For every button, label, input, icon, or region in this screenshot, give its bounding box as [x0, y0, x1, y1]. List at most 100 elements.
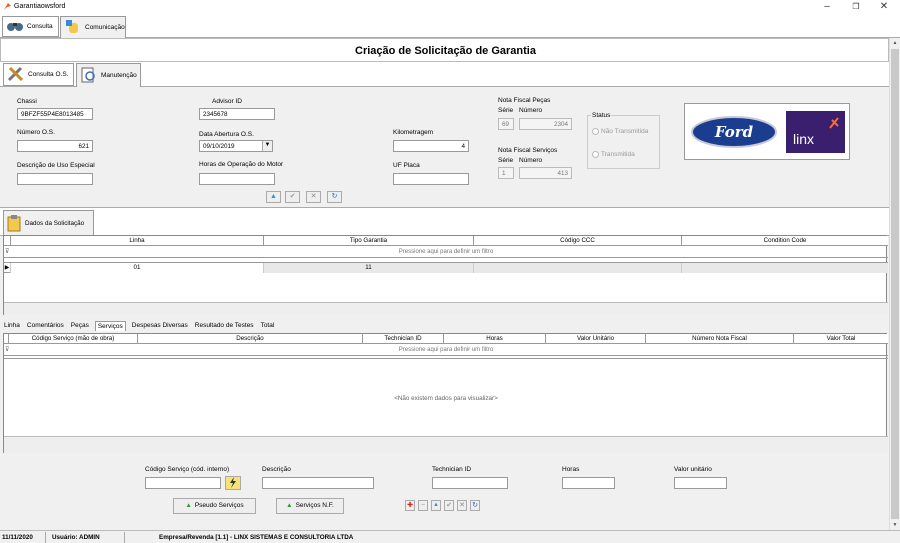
descricao-label: Descrição — [262, 466, 291, 473]
subtab-linha[interactable]: Linha — [3, 321, 21, 330]
nf-servicos-serie-field[interactable]: 1 — [498, 167, 514, 179]
data-abertura-field[interactable]: 09/10/2019 ▼ — [199, 140, 273, 152]
col-header-descricao[interactable]: Descrição — [138, 334, 363, 344]
nf-servicos-label: Nota Fiscal Serviços — [498, 147, 558, 154]
codigo-servico-label: Código Serviço (cód. interno) — [145, 466, 230, 473]
chassi-label: Chassi — [17, 98, 37, 105]
col-header-linha[interactable]: Linha — [11, 236, 264, 246]
pseudo-servicos-button[interactable]: ▲ Pseudo Serviços — [173, 498, 256, 514]
subtab-servicos[interactable]: Serviços — [94, 320, 126, 331]
cancel-button[interactable]: ✕ — [457, 500, 467, 511]
empty-message: <Não existem dados para visualizar> — [394, 395, 498, 402]
status-bar: 11/11/2020 Usuário: ADMIN Empresa/Revend… — [0, 530, 900, 543]
data-abertura-label: Data Abertura O.S. — [199, 131, 254, 138]
col-header-valor-unitario[interactable]: Valor Unitário — [546, 334, 646, 344]
subtab-pecas[interactable]: Peças — [70, 321, 90, 330]
add-button[interactable]: ✚ — [405, 500, 415, 511]
tab-dados-solicitacao[interactable]: Dados da Solicitação — [3, 210, 94, 236]
kilometragem-label: Kilometragem — [393, 129, 434, 136]
status-radio-nao-transmitida[interactable]: Não Transmitida — [592, 128, 648, 135]
tab-manutencao[interactable]: Manutenção — [76, 63, 141, 87]
filter-row[interactable]: ⊽ Pressione aqui para definir um filtro — [4, 345, 888, 356]
col-header-codigo-servico[interactable]: Código Serviço (mão de obra) — [9, 334, 138, 344]
refresh-button[interactable]: ↻ — [327, 191, 342, 203]
confirm-button[interactable]: ✔ — [444, 500, 454, 511]
tools-icon — [7, 66, 25, 84]
nf-pecas-label: Nota Fiscal Peças — [498, 97, 551, 104]
solicitacao-tab-bar — [0, 207, 889, 236]
numero-os-field[interactable]: 621 — [17, 140, 93, 152]
kilometragem-field[interactable]: 4 — [393, 140, 469, 152]
col-header-horas[interactable]: Horas — [444, 334, 546, 344]
chevron-down-icon[interactable]: ▼ — [262, 141, 272, 151]
col-header-codigo-ccc[interactable]: Código CCC — [474, 236, 682, 246]
col-header-valor-total[interactable]: Valor Total — [794, 334, 888, 344]
confirm-button[interactable]: ✔ — [285, 191, 300, 203]
cancel-button[interactable]: ✕ — [306, 191, 321, 203]
horas-label: Horas — [562, 466, 580, 473]
table-row[interactable]: ▶ 01 11 — [4, 262, 888, 273]
linx-logo: linx — [786, 111, 845, 153]
scroll-down-icon[interactable]: ▼ — [890, 520, 900, 530]
subtab-resultado-testes[interactable]: Resultado de Testes — [194, 321, 255, 330]
app-icon — [3, 2, 12, 11]
nf-servicos-serie-label: Série — [498, 157, 514, 164]
status-date: 11/11/2020 — [2, 534, 33, 541]
nf-servicos-numero-field[interactable]: 413 — [519, 167, 572, 179]
filter-row[interactable]: ⊽ Pressione aqui para definir um filtro — [4, 247, 888, 258]
grid-footer — [4, 302, 888, 315]
tab-consulta-os[interactable]: Consulta O.S. — [3, 63, 74, 86]
advisor-label: Advisor ID — [212, 98, 242, 105]
subtab-total[interactable]: Total — [260, 321, 276, 330]
uf-placa-field[interactable] — [393, 173, 469, 185]
codigo-servico-field[interactable] — [145, 477, 221, 489]
servicos-grid: Código Serviço (mão de obra) Descrição T… — [3, 333, 888, 453]
nf-pecas-serie-label: Série — [498, 107, 514, 114]
nav-up-button[interactable]: ▲ — [431, 500, 441, 511]
status-user: Usuário: ADMIN — [52, 534, 100, 541]
vertical-scrollbar[interactable]: ▲ ▼ — [889, 38, 900, 530]
lightning-icon[interactable] — [225, 476, 241, 490]
status-radio-transmitida[interactable]: Transmitida — [592, 151, 635, 158]
binoculars-icon — [6, 20, 24, 34]
chassi-field[interactable]: 9BFZF55P4E8013485 — [17, 108, 93, 120]
minimize-button[interactable]: – — [816, 1, 838, 13]
radio-icon — [592, 151, 599, 158]
status-group — [587, 115, 660, 169]
col-header-numero-nf[interactable]: Número Nota Fiscal — [646, 334, 794, 344]
window-title: Garantiaowsford — [14, 3, 66, 10]
horas-motor-field[interactable] — [199, 173, 275, 185]
main-tab-bar — [0, 14, 900, 38]
remove-button[interactable]: − — [418, 500, 428, 511]
scroll-up-icon[interactable]: ▲ — [890, 38, 900, 48]
refresh-button[interactable]: ↻ — [470, 500, 480, 511]
scrollbar-thumb[interactable] — [891, 49, 899, 519]
technician-field[interactable] — [432, 477, 508, 489]
valor-unitario-field[interactable] — [674, 477, 727, 489]
hand-icon — [64, 19, 82, 37]
subtab-comentarios[interactable]: Comentários — [26, 321, 65, 330]
close-button[interactable]: ✕ — [873, 1, 895, 13]
descricao-field[interactable] — [262, 477, 374, 489]
page-header: Criação de Solicitação de Garantia — [0, 38, 889, 62]
descricao-uso-field[interactable] — [17, 173, 93, 185]
tab-consulta[interactable]: Consulta — [2, 16, 59, 37]
filter-icon: ⊽ — [5, 347, 10, 353]
horas-field[interactable] — [562, 477, 615, 489]
subtab-despesas[interactable]: Despesas Diversas — [131, 321, 189, 330]
clipboard-icon — [7, 214, 21, 234]
arrow-up-icon: ▲ — [185, 502, 192, 509]
maximize-button[interactable]: ❐ — [845, 1, 867, 13]
nav-up-button[interactable]: ▲ — [266, 191, 281, 203]
uf-placa-label: UF Placa — [393, 162, 420, 169]
col-header-tipo-garantia[interactable]: Tipo Garantia — [264, 236, 474, 246]
advisor-field[interactable]: 2345678 — [199, 108, 275, 120]
nf-pecas-serie-field[interactable]: 69 — [498, 118, 514, 130]
nf-pecas-numero-field[interactable]: 2304 — [519, 118, 572, 130]
servicos-nf-button[interactable]: ▲ Serviços N.F. — [276, 498, 344, 514]
tab-comunicacao[interactable]: Comunicação — [60, 16, 126, 38]
col-header-technician[interactable]: Technician ID — [363, 334, 444, 344]
col-header-condition-code[interactable]: Condition Code — [682, 236, 888, 246]
valor-unitario-label: Valor unitário — [674, 466, 712, 473]
page-title: Criação de Solicitação de Garantia — [355, 45, 536, 57]
